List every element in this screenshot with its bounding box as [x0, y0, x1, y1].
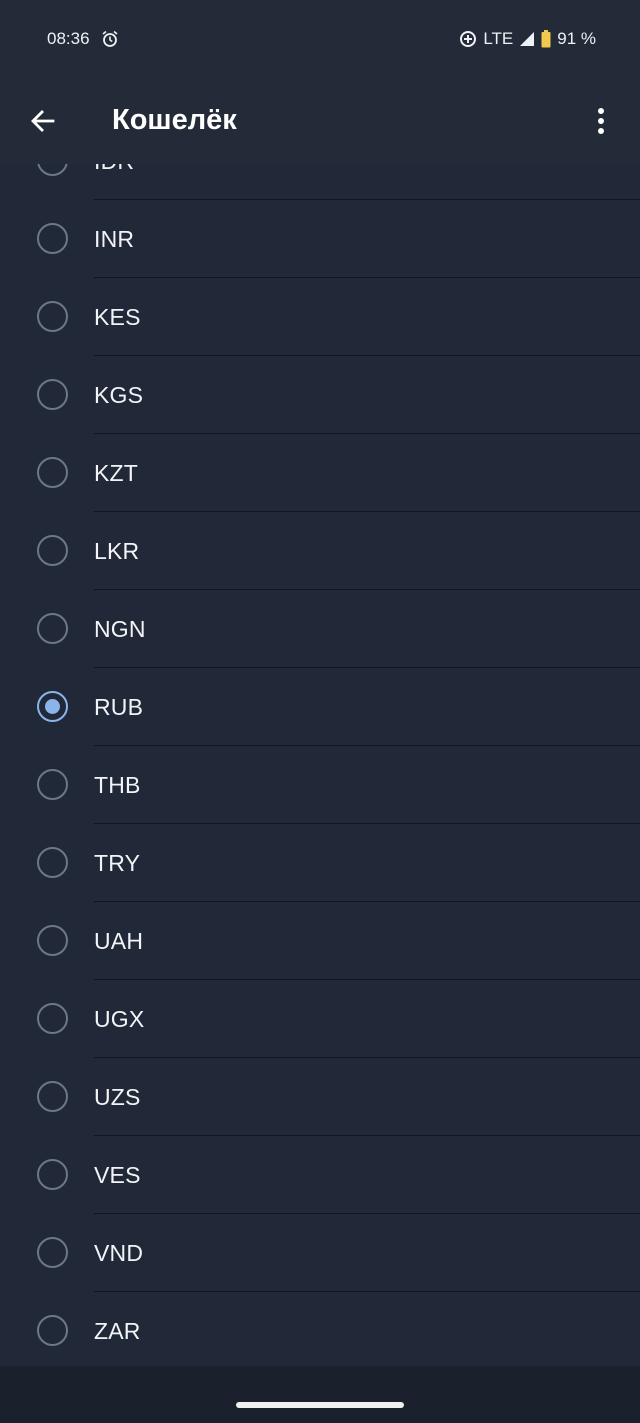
- currency-option-kzt[interactable]: KZT: [0, 434, 640, 512]
- currency-label: INR: [94, 226, 135, 252]
- currency-label: KGS: [94, 382, 144, 408]
- radio-unchecked-icon[interactable]: [37, 1315, 68, 1346]
- currency-label: ZAR: [94, 1318, 141, 1344]
- data-saver-icon: [459, 30, 477, 48]
- currency-label: VND: [94, 1240, 144, 1266]
- currency-option-inr[interactable]: INR: [0, 200, 640, 278]
- navigation-bar: [0, 1366, 640, 1423]
- currency-option-ugx[interactable]: UGX: [0, 980, 640, 1058]
- status-time: 08:36: [47, 29, 90, 48]
- currency-option-thb[interactable]: THB: [0, 746, 640, 824]
- radio-checked-icon[interactable]: [37, 691, 68, 722]
- back-button[interactable]: [22, 100, 64, 142]
- currency-label: UZS: [94, 1084, 141, 1110]
- radio-unchecked-icon[interactable]: [37, 1081, 68, 1112]
- radio-unchecked-icon[interactable]: [37, 457, 68, 488]
- currency-option-try[interactable]: TRY: [0, 824, 640, 902]
- gesture-handle[interactable]: [236, 1402, 404, 1408]
- status-indicators: LTE 91 %: [459, 29, 596, 49]
- radio-unchecked-icon[interactable]: [37, 769, 68, 800]
- radio-unchecked-icon[interactable]: [37, 223, 68, 254]
- currency-option-uah[interactable]: UAH: [0, 902, 640, 980]
- arrow-left-icon: [31, 110, 55, 132]
- alarm-icon: [101, 30, 119, 48]
- page-title: Кошелёк: [112, 104, 237, 136]
- currency-label: RUB: [94, 694, 144, 720]
- more-vert-icon: [598, 108, 604, 134]
- currency-label: UGX: [94, 1006, 145, 1032]
- currency-label: TRY: [94, 850, 141, 876]
- currency-option-ngn[interactable]: NGN: [0, 590, 640, 668]
- radio-unchecked-icon[interactable]: [37, 1159, 68, 1190]
- status-bar: 08:36 LTE 91 %: [0, 0, 640, 80]
- currency-option-lkr[interactable]: LKR: [0, 512, 640, 590]
- radio-unchecked-icon[interactable]: [37, 164, 68, 176]
- currency-label: THB: [94, 772, 141, 798]
- radio-unchecked-icon[interactable]: [37, 925, 68, 956]
- currency-option-rub[interactable]: RUB: [0, 668, 640, 746]
- radio-unchecked-icon[interactable]: [37, 535, 68, 566]
- network-type: LTE: [483, 29, 514, 48]
- currency-label: LKR: [94, 538, 140, 564]
- radio-unchecked-icon[interactable]: [37, 301, 68, 332]
- radio-unchecked-icon[interactable]: [37, 379, 68, 410]
- more-options-button[interactable]: [580, 100, 622, 142]
- currency-option-idr[interactable]: IDR: [0, 164, 640, 200]
- currency-label: KES: [94, 304, 141, 330]
- currency-list: IDR INR KES KGS KZT LKR NGN RUB THB TRY UAH UGX UZS V…: [0, 164, 640, 1366]
- battery-level: 91 %: [557, 29, 596, 48]
- battery-icon: [541, 30, 551, 48]
- currency-label: VES: [94, 1162, 141, 1188]
- app-bar: Кошелёк: [0, 80, 640, 164]
- currency-option-kgs[interactable]: KGS: [0, 356, 640, 434]
- currency-label: KZT: [94, 460, 139, 486]
- currency-label: IDR: [94, 164, 134, 175]
- radio-unchecked-icon[interactable]: [37, 847, 68, 878]
- currency-label: NGN: [94, 616, 146, 642]
- currency-option-vnd[interactable]: VND: [0, 1214, 640, 1292]
- radio-unchecked-icon[interactable]: [37, 1003, 68, 1034]
- radio-unchecked-icon[interactable]: [37, 1237, 68, 1268]
- radio-unchecked-icon[interactable]: [37, 613, 68, 644]
- signal-icon: [519, 31, 535, 47]
- currency-option-ves[interactable]: VES: [0, 1136, 640, 1214]
- currency-option-zar[interactable]: ZAR: [0, 1292, 640, 1366]
- currency-option-kes[interactable]: KES: [0, 278, 640, 356]
- currency-label: UAH: [94, 928, 144, 954]
- currency-option-uzs[interactable]: UZS: [0, 1058, 640, 1136]
